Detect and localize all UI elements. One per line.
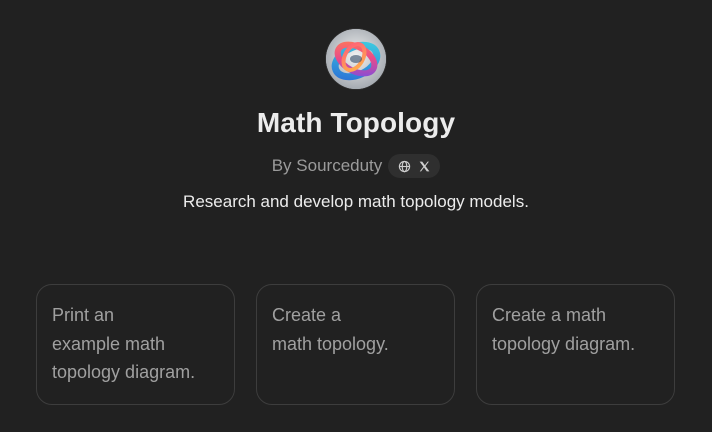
byline: By Sourceduty [0,154,712,178]
social-links [388,154,441,178]
conversation-starters: Print an example math topology diagram. … [36,284,675,405]
starter-card[interactable]: Create a math topology diagram. [476,284,675,405]
globe-icon[interactable] [396,158,412,174]
gpt-landing: Math Topology By Sourceduty Research and… [0,0,712,432]
abstract-knot-logo-icon [326,29,386,89]
starter-text-line: topology diagram. [52,362,196,382]
gpt-title: Math Topology [256,107,456,138]
gpt-avatar [326,29,386,89]
starter-card[interactable]: Create a math topology. [256,284,455,405]
starter-text-line: Create a math [492,305,607,325]
x-icon[interactable] [416,158,432,174]
starter-text-line: topology diagram. [492,333,636,354]
gpt-description: Research and develop math topology model… [183,192,529,211]
starter-text-line: Create a [272,305,342,325]
starter-card[interactable]: Print an example math topology diagram. [36,284,235,405]
author-label: By Sourceduty [271,156,383,175]
starter-text-line: Print an [52,305,115,325]
starter-text-line: example math [52,333,166,354]
starter-text-line: math topology. [272,333,389,354]
